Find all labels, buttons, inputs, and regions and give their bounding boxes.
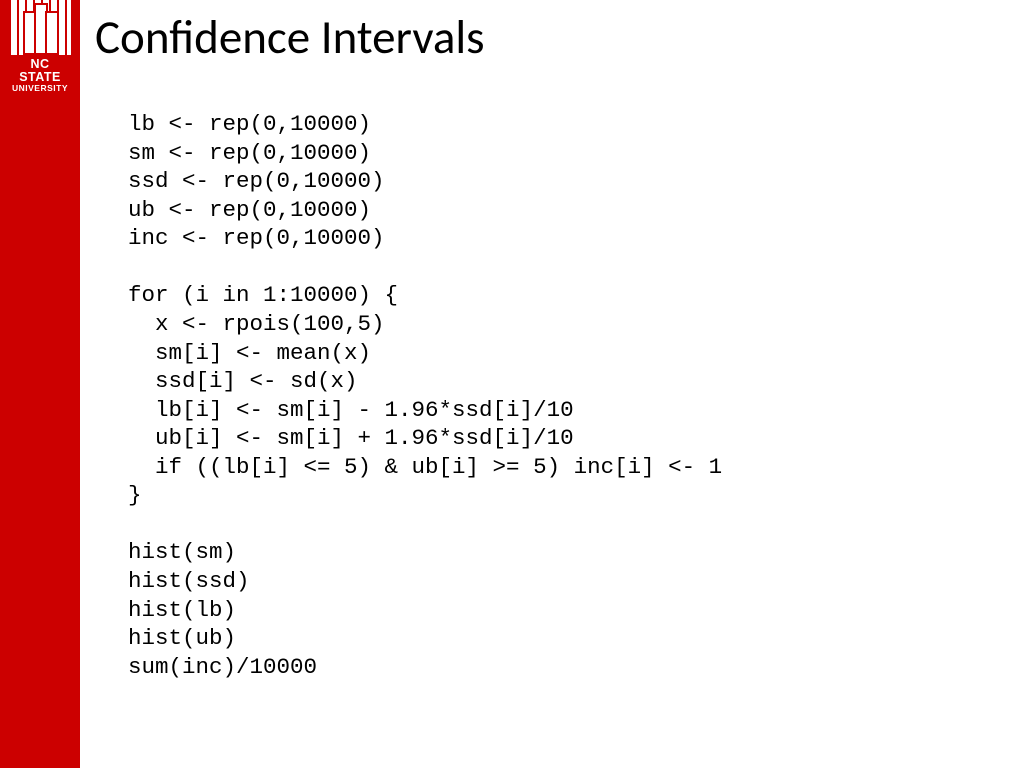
logo-text: NC STATE UNIVERSITY bbox=[9, 55, 71, 93]
code-block: lb <- rep(0,10000) sm <- rep(0,10000) ss… bbox=[128, 110, 722, 681]
belltower-icon bbox=[9, 0, 71, 55]
ncstate-logo: NC STATE UNIVERSITY bbox=[9, 0, 71, 93]
logo-line1: NC STATE bbox=[9, 58, 71, 84]
brand-sidebar: NC STATE UNIVERSITY bbox=[0, 0, 80, 768]
slide-title: Confidence Intervals bbox=[95, 8, 485, 66]
logo-line2: UNIVERSITY bbox=[9, 84, 71, 93]
slide: NC STATE UNIVERSITY Confidence Intervals… bbox=[0, 0, 1024, 768]
